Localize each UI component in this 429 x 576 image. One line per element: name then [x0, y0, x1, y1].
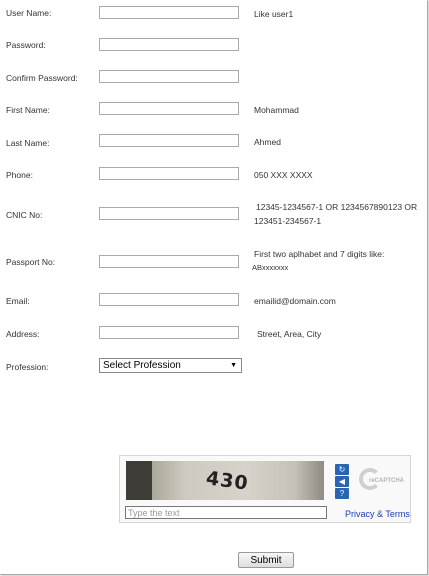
email-input[interactable]	[99, 293, 239, 306]
password-label: Password:	[6, 40, 46, 50]
refresh-icon[interactable]: ↻	[335, 464, 349, 475]
audio-icon[interactable]: ◀	[335, 476, 349, 487]
user-name-input[interactable]	[99, 6, 239, 19]
cnic-input[interactable]	[99, 207, 239, 220]
profession-label: Profession:	[6, 362, 49, 372]
confirm-password-label: Confirm Password:	[6, 73, 78, 83]
password-input[interactable]	[99, 38, 239, 51]
address-hint: Street, Area, City	[257, 329, 322, 339]
last-name-label: Last Name:	[6, 138, 50, 148]
captcha-image: 430	[126, 461, 324, 500]
confirm-password-input[interactable]	[99, 70, 239, 83]
captcha-challenge-text: 430	[204, 467, 250, 495]
captcha-image-shadow	[126, 461, 152, 500]
recaptcha-logo: reCAPTCHA	[359, 464, 405, 498]
address-input[interactable]	[99, 326, 239, 339]
recaptcha-widget: 430 ↻ ◀ ? reCAPTCHA Privacy & Terms	[119, 455, 411, 523]
privacy-terms-link[interactable]: Privacy & Terms	[345, 509, 410, 519]
passport-hint-line-1: First two aplhabet and 7 digits like:	[254, 249, 385, 259]
phone-hint: 050 XXX XXXX	[254, 170, 313, 180]
profession-selected-value: Select Profession	[103, 360, 181, 371]
passport-hint: First two aplhabet and 7 digits like: AB…	[252, 247, 384, 275]
passport-input[interactable]	[99, 255, 239, 268]
first-name-label: First Name:	[6, 105, 50, 115]
email-label: Email:	[6, 296, 30, 306]
captcha-response-input[interactable]	[125, 506, 327, 519]
cnic-hint: 12345-1234567-1 OR 1234567890123 OR 1234…	[254, 200, 417, 228]
email-hint: emailid@domain.com	[254, 296, 336, 306]
passport-hint-line-2: ABxxxxxxx	[252, 263, 289, 272]
last-name-hint: Ahmed	[254, 137, 281, 147]
profession-select[interactable]: Select Profession ▼	[99, 358, 242, 373]
first-name-input[interactable]	[99, 102, 239, 115]
user-name-label: User Name:	[6, 8, 52, 18]
phone-label: Phone:	[6, 170, 33, 180]
cnic-hint-line-1: 12345-1234567-1 OR 1234567890123 OR	[256, 202, 418, 212]
recaptcha-logo-text: reCAPTCHA	[369, 478, 405, 484]
address-label: Address:	[6, 329, 40, 339]
cnic-hint-line-2: 123451-234567-1	[254, 216, 322, 226]
dropdown-arrow-icon: ▼	[230, 362, 237, 369]
user-name-hint: Like user1	[254, 9, 294, 19]
last-name-input[interactable]	[99, 134, 239, 147]
passport-label: Passport No:	[6, 257, 56, 267]
first-name-hint: Mohammad	[254, 105, 299, 115]
help-icon[interactable]: ?	[335, 488, 349, 499]
phone-input[interactable]	[99, 167, 239, 180]
cnic-label: CNIC No:	[6, 210, 43, 220]
submit-button[interactable]: Submit	[238, 552, 294, 568]
